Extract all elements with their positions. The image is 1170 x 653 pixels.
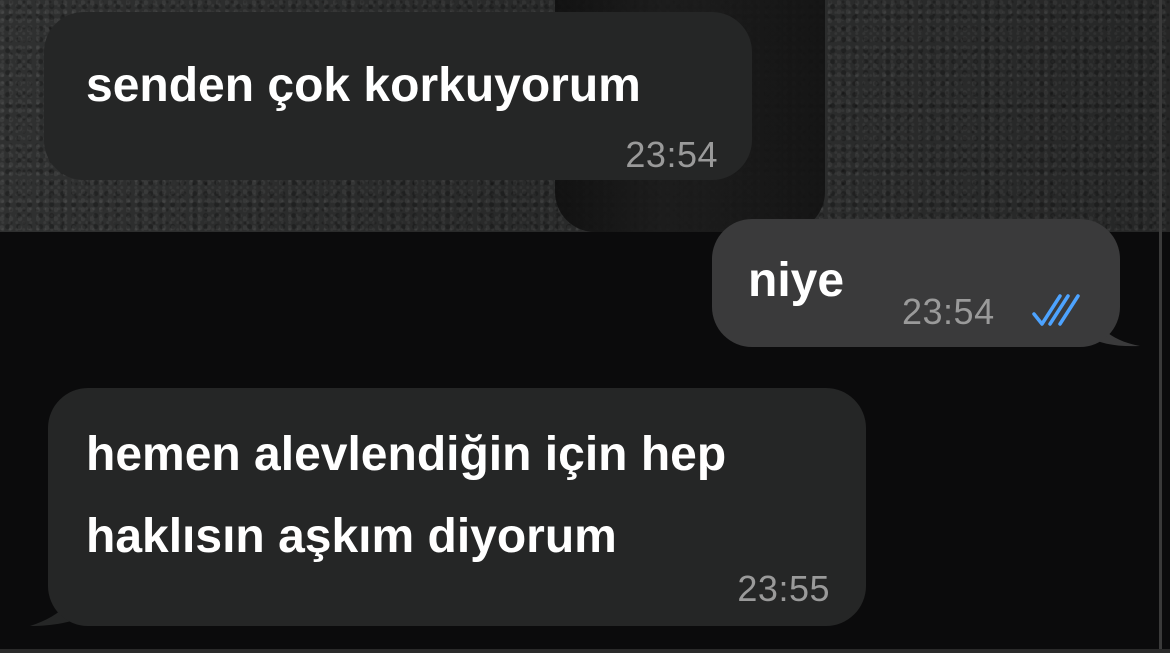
message-text: niye — [748, 254, 845, 307]
message-text-line-1: hemen alevlendiğin için hep — [86, 428, 727, 481]
message-text-line-2: haklısın aşkım diyorum — [86, 510, 617, 563]
double-check-read-icon — [1032, 294, 1080, 326]
message-timestamp: 23:54 — [902, 291, 995, 332]
message-timestamp: 23:55 — [737, 568, 830, 609]
message-bubble-outgoing[interactable]: niye 23:54 — [712, 219, 1120, 347]
message-bubble-incoming[interactable]: hemen alevlendiğin için hep haklısın aşk… — [48, 388, 866, 626]
chat-screen: senden çok korkuyorum 23:54 niye 23:54 h… — [0, 0, 1170, 653]
bottom-divider — [0, 649, 1170, 653]
scrollbar-track — [1159, 0, 1162, 653]
message-timestamp: 23:54 — [625, 134, 718, 175]
message-text: senden çok korkuyorum — [86, 59, 641, 112]
message-bubble-incoming[interactable]: senden çok korkuyorum 23:54 — [44, 12, 752, 180]
